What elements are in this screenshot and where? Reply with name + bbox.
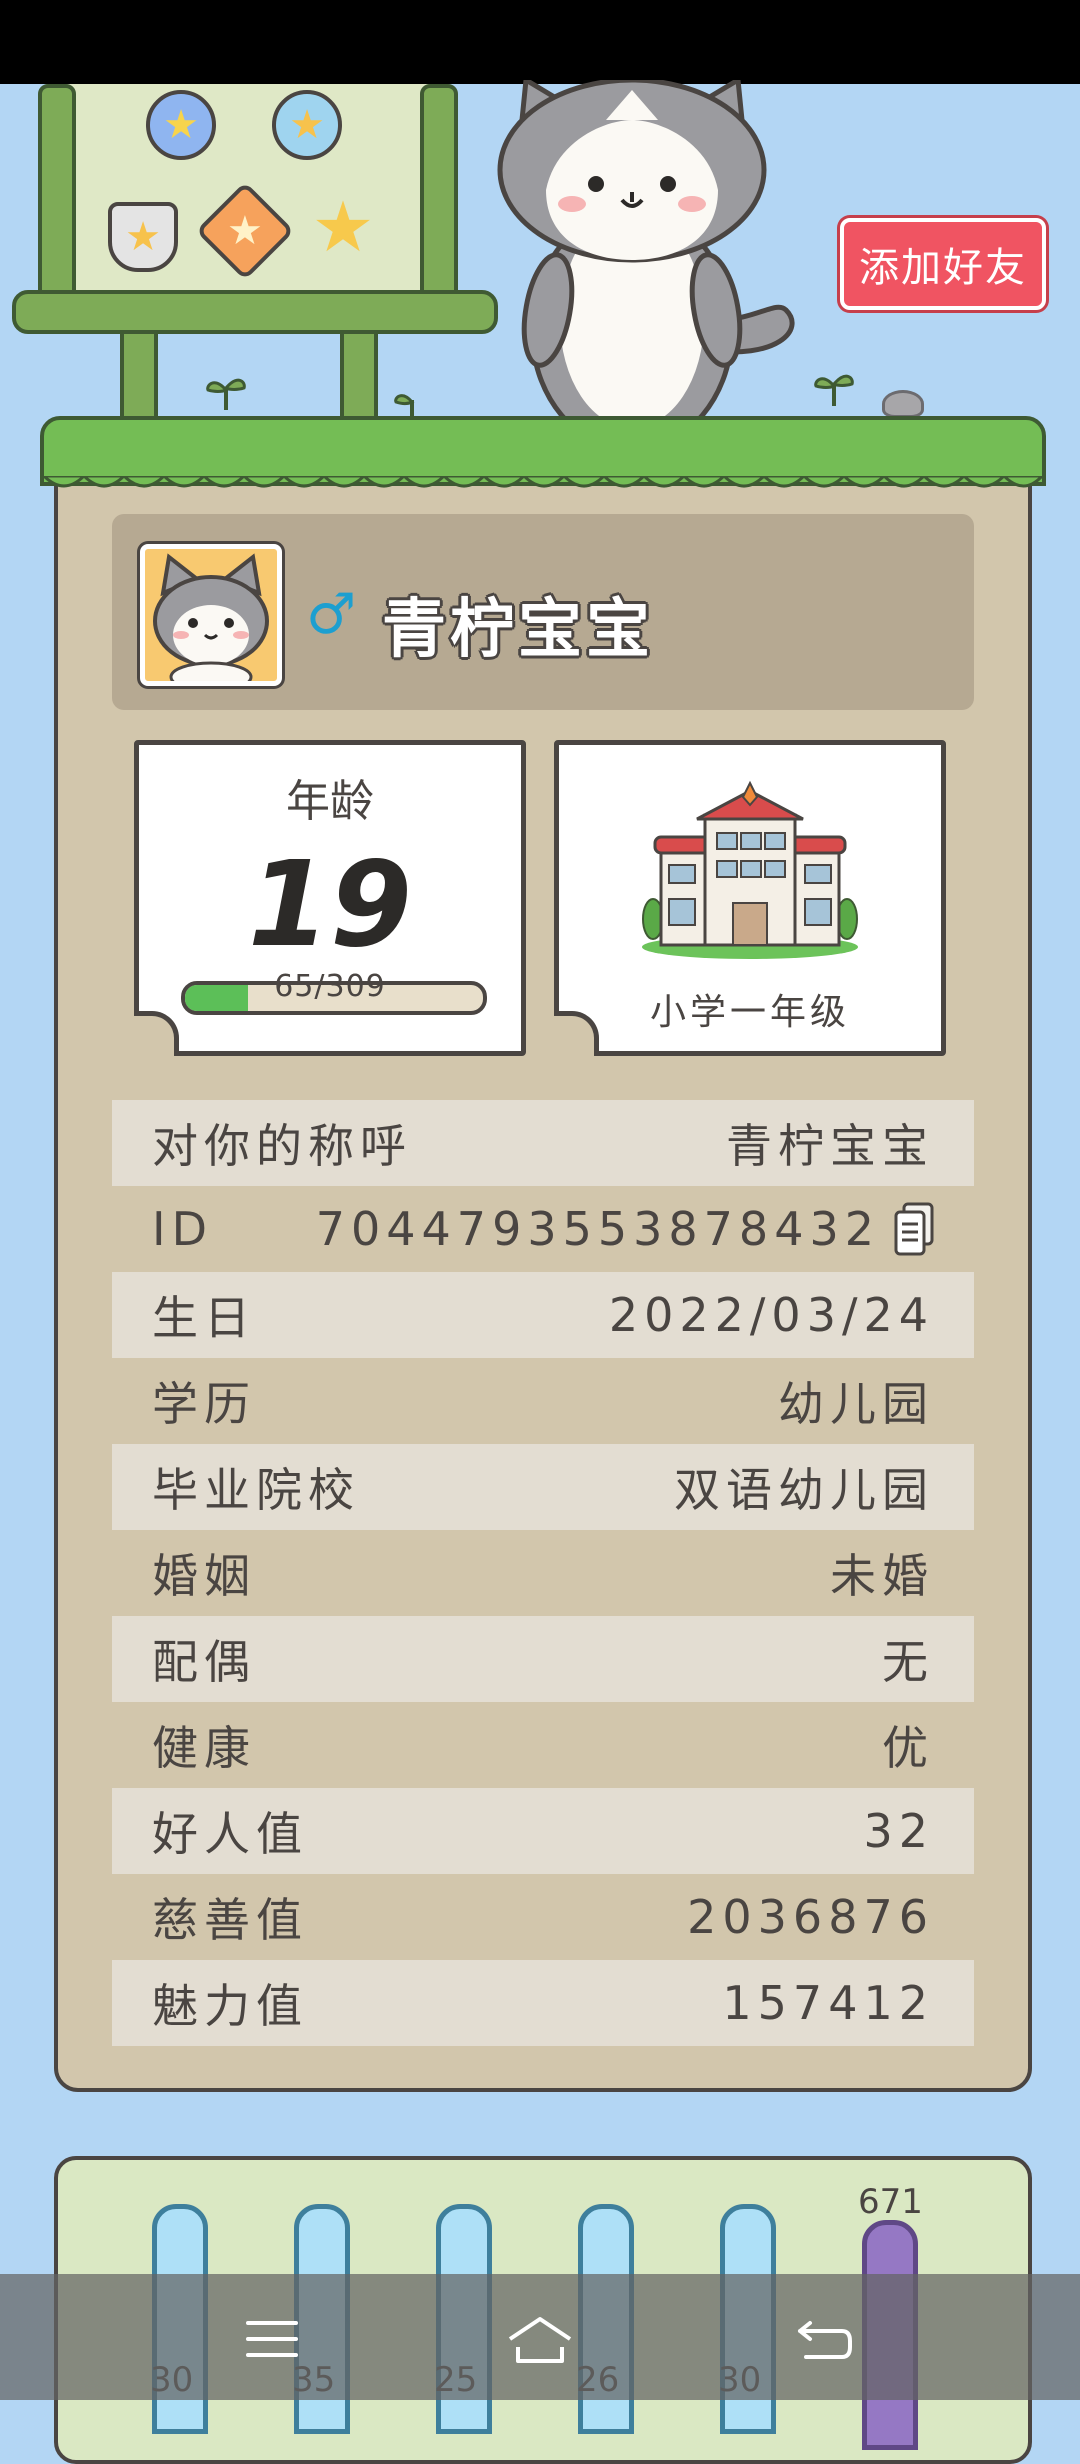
info-row-health: 健康 优 bbox=[112, 1702, 974, 1788]
profile-header: ♂ 青柠宝宝 bbox=[112, 514, 974, 710]
grass-edge bbox=[44, 476, 1042, 488]
sprout-icon bbox=[206, 378, 246, 410]
school-building-icon bbox=[642, 780, 858, 959]
age-value: 19 bbox=[247, 835, 413, 973]
info-label: 学历 bbox=[152, 1377, 256, 1431]
info-row-spouse: 配偶 无 bbox=[112, 1616, 974, 1702]
sprout-icon bbox=[814, 374, 854, 406]
info-label: 慈善值 bbox=[152, 1893, 308, 1947]
info-label: 健康 bbox=[152, 1721, 256, 1775]
info-row-title: 对你的称呼 青柠宝宝 bbox=[112, 1100, 974, 1186]
menu-button[interactable] bbox=[232, 2304, 312, 2374]
info-label: 毕业院校 bbox=[152, 1463, 360, 1517]
age-title: 年龄 bbox=[286, 776, 374, 827]
info-row-charity: 慈善值 2036876 bbox=[112, 1874, 974, 1960]
age-card: 年龄 19 65/309 bbox=[134, 740, 526, 1056]
info-label: 婚姻 bbox=[152, 1549, 256, 1603]
home-button[interactable] bbox=[500, 2304, 580, 2374]
male-gender-icon: ♂ bbox=[306, 582, 357, 647]
add-friend-button[interactable]: 添加好友 bbox=[840, 218, 1046, 310]
info-value: 2022/03/24 bbox=[608, 1288, 934, 1342]
stone-decoration bbox=[882, 390, 924, 418]
profile-panel: ♂ 青柠宝宝 年龄 19 65/309 小学一年级 对你的称呼 青柠宝宝 ID … bbox=[54, 450, 1032, 2092]
age-progress-text: 65/309 bbox=[274, 969, 386, 1004]
info-label: 魅力值 bbox=[152, 1979, 308, 2033]
diamond-badge-icon: ★ bbox=[195, 181, 295, 281]
hexagon-badge-icon: ★ bbox=[146, 90, 216, 160]
info-row-marriage: 婚姻 未婚 bbox=[112, 1530, 974, 1616]
info-label: 对你的称呼 bbox=[152, 1119, 412, 1173]
info-list: 对你的称呼 青柠宝宝 ID 7044793553878432 生日 2022/0… bbox=[112, 1100, 974, 2046]
badge-board: ★ ★ ★ ★ ★ bbox=[58, 84, 446, 298]
back-icon bbox=[798, 2321, 852, 2359]
star-badge-icon: ★ bbox=[311, 186, 375, 268]
status-bar bbox=[0, 0, 1080, 84]
sprout-icon bbox=[394, 394, 415, 420]
info-value: 2036876 bbox=[687, 1890, 934, 1944]
info-value: 青柠宝宝 bbox=[726, 1119, 934, 1173]
flower-badge-icon: ★ bbox=[272, 90, 342, 160]
stat-value: 671 bbox=[858, 2182, 923, 2222]
bamboo-pole bbox=[38, 84, 76, 322]
system-nav-bar bbox=[0, 2274, 1080, 2400]
cat-mascot-icon bbox=[497, 80, 795, 450]
avatar[interactable] bbox=[140, 544, 282, 686]
player-nickname: 青柠宝宝 bbox=[382, 593, 654, 667]
info-value: 157412 bbox=[722, 1976, 934, 2030]
info-value: 双语幼儿园 bbox=[674, 1463, 934, 1517]
info-row-charm: 魅力值 157412 bbox=[112, 1960, 974, 2046]
bamboo-beam bbox=[12, 290, 498, 334]
home-icon bbox=[508, 2317, 572, 2363]
back-button[interactable] bbox=[784, 2304, 864, 2374]
info-row-education: 学历 幼儿园 bbox=[112, 1358, 974, 1444]
info-value: 无 bbox=[882, 1635, 934, 1689]
school-grade-label: 小学一年级 bbox=[649, 992, 850, 1033]
info-label: ID bbox=[152, 1202, 213, 1256]
info-value: 幼儿园 bbox=[778, 1377, 934, 1431]
info-label: 好人值 bbox=[152, 1807, 308, 1861]
copy-icon[interactable] bbox=[894, 1202, 934, 1256]
school-card[interactable]: 小学一年级 bbox=[554, 740, 946, 1056]
info-value: 7044793553878432 bbox=[315, 1202, 880, 1256]
grass-ledge bbox=[40, 416, 1046, 488]
info-row-id: ID 7044793553878432 bbox=[112, 1186, 974, 1272]
paper-fold bbox=[134, 1011, 179, 1056]
cat-avatar-icon bbox=[153, 553, 269, 681]
id-value-group: 7044793553878432 bbox=[316, 1202, 934, 1256]
info-value: 未婚 bbox=[830, 1549, 934, 1603]
info-row-kindness: 好人值 32 bbox=[112, 1788, 974, 1874]
bamboo-pole bbox=[420, 84, 458, 322]
info-value: 优 bbox=[882, 1721, 934, 1775]
info-label: 生日 bbox=[152, 1291, 256, 1345]
shield-badge-icon: ★ bbox=[108, 202, 178, 272]
info-label: 配偶 bbox=[152, 1635, 256, 1689]
info-row-birthday: 生日 2022/03/24 bbox=[112, 1272, 974, 1358]
menu-icon bbox=[246, 2321, 298, 2357]
info-value: 32 bbox=[863, 1804, 934, 1858]
info-row-school: 毕业院校 双语幼儿园 bbox=[112, 1444, 974, 1530]
